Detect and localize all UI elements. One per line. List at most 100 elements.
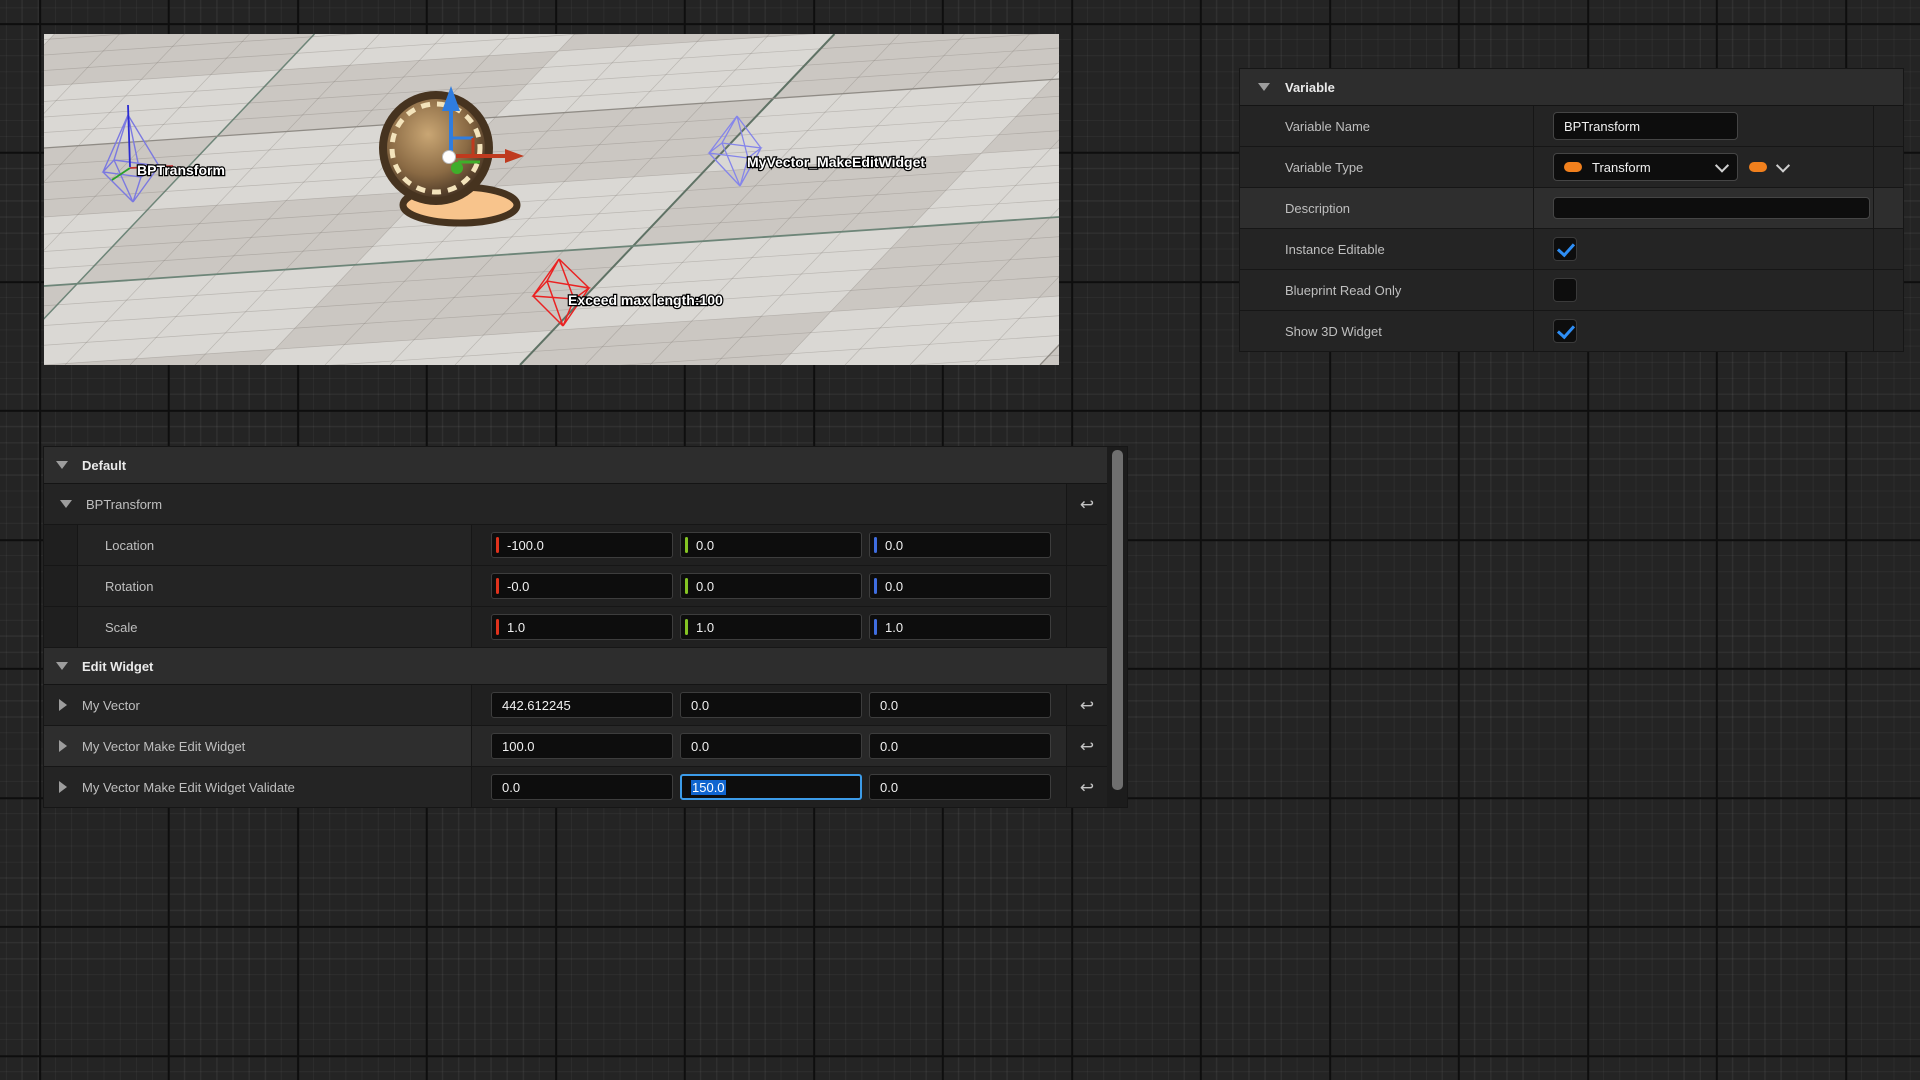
details-scrollbar-thumb[interactable] (1112, 450, 1123, 790)
x-axis-bar-icon (496, 537, 499, 553)
row-collapsed-icon[interactable] (59, 781, 67, 793)
reset-cell: ↩ (1066, 726, 1107, 766)
bptransform-struct-row: BPTransform ↩ (44, 484, 1107, 525)
scale-x-field[interactable]: 1.0 (491, 614, 673, 640)
reset-cell: ↩ (1066, 767, 1107, 807)
my-vector-y-field[interactable]: 0.0 (680, 692, 862, 718)
mvmewv-x-field[interactable]: 0.0 (491, 774, 673, 800)
location-row: Location -100.0 0.0 0.0 (44, 525, 1107, 566)
y-axis-bar-icon (685, 578, 688, 594)
reset-to-default-button[interactable]: ↩ (1080, 738, 1094, 755)
reset-cell (1066, 607, 1107, 647)
details-scrollbar-track[interactable] (1107, 447, 1127, 807)
my-vector-z-value: 0.0 (880, 698, 898, 713)
container-type-chevron-icon[interactable] (1776, 159, 1790, 173)
my-vector-label-cell[interactable]: My Vector (44, 685, 471, 725)
variable-details-panel: Variable Variable Name BPTransform Varia… (1240, 69, 1903, 351)
variable-name-input[interactable]: BPTransform (1553, 112, 1738, 140)
scale-y-value: 1.0 (696, 620, 714, 635)
scale-label: Scale (44, 607, 471, 647)
location-z-value: 0.0 (885, 538, 903, 553)
y-axis-bar-icon (685, 537, 688, 553)
show-3d-widget-checkbox[interactable] (1553, 319, 1577, 343)
sphere-mesh[interactable] (379, 91, 493, 205)
reset-cell (1066, 566, 1107, 606)
variable-name-label: Variable Name (1240, 106, 1533, 146)
x-axis-bar-icon (496, 578, 499, 594)
section-expanded-icon (56, 662, 68, 670)
mvmewv-z-value: 0.0 (880, 780, 898, 795)
bptransform-struct-label-cell[interactable]: BPTransform (44, 484, 1066, 524)
description-input[interactable] (1553, 197, 1870, 219)
container-type-pill-icon[interactable] (1749, 162, 1767, 172)
section-expanded-icon (1258, 83, 1270, 91)
defaults-details-panel: Default BPTransform ↩ Location -100.0 (44, 447, 1127, 807)
default-section-title: Default (82, 458, 126, 473)
gizmo-y-handle[interactable] (451, 162, 463, 174)
variable-section-header[interactable]: Variable (1240, 69, 1903, 106)
check-icon (1557, 321, 1575, 340)
mvmewv-label-cell[interactable]: My Vector Make Edit Widget Validate (44, 767, 471, 807)
mvmewv-label: My Vector Make Edit Widget Validate (82, 780, 295, 795)
z-axis-bar-icon (874, 578, 877, 594)
reset-to-default-button[interactable]: ↩ (1080, 496, 1094, 513)
my-vector-make-edit-widget-validate-row: My Vector Make Edit Widget Validate 0.0 … (44, 767, 1107, 807)
mvmewv-y-field-focused[interactable]: 150.0 (680, 774, 862, 800)
rotation-z-field[interactable]: 0.0 (869, 573, 1051, 599)
mvmewv-x-value: 0.0 (502, 780, 520, 795)
mvmewv-y-value-selected: 150.0 (691, 780, 726, 795)
my-vector-y-value: 0.0 (691, 698, 709, 713)
my-vector-x-field[interactable]: 442.612245 (491, 692, 673, 718)
rotation-x-field[interactable]: -0.0 (491, 573, 673, 599)
z-axis-bar-icon (874, 619, 877, 635)
mvmewv-z-field[interactable]: 0.0 (869, 774, 1051, 800)
blueprint-read-only-label: Blueprint Read Only (1240, 270, 1533, 310)
variable-section-title: Variable (1285, 80, 1335, 95)
location-y-value: 0.0 (696, 538, 714, 553)
instance-editable-label: Instance Editable (1240, 229, 1533, 269)
gizmo-origin-handle[interactable] (443, 151, 456, 164)
rotation-x-value: -0.0 (507, 579, 529, 594)
row-collapsed-icon[interactable] (59, 699, 67, 711)
x-axis-bar-icon (496, 619, 499, 635)
scale-z-field[interactable]: 1.0 (869, 614, 1051, 640)
row-collapsed-icon[interactable] (59, 740, 67, 752)
rotation-y-value: 0.0 (696, 579, 714, 594)
my-vector-z-field[interactable]: 0.0 (869, 692, 1051, 718)
mvmew-y-field[interactable]: 0.0 (680, 733, 862, 759)
z-axis-bar-icon (874, 537, 877, 553)
variable-type-row: Variable Type Transform (1240, 147, 1903, 188)
location-z-field[interactable]: 0.0 (869, 532, 1051, 558)
blueprint-read-only-checkbox[interactable] (1553, 278, 1577, 302)
instance-editable-row: Instance Editable (1240, 229, 1903, 270)
chevron-down-icon (1715, 159, 1729, 173)
instance-editable-checkbox[interactable] (1553, 237, 1577, 261)
scale-y-field[interactable]: 1.0 (680, 614, 862, 640)
mvmew-z-field[interactable]: 0.0 (869, 733, 1051, 759)
edit-widget-section-header[interactable]: Edit Widget (44, 648, 1107, 685)
location-label: Location (44, 525, 471, 565)
variable-type-dropdown[interactable]: Transform (1553, 153, 1738, 181)
variable-type-label: Variable Type (1240, 147, 1533, 187)
mvmew-z-value: 0.0 (880, 739, 898, 754)
rotation-row: Rotation -0.0 0.0 0.0 (44, 566, 1107, 607)
blueprint-read-only-row: Blueprint Read Only (1240, 270, 1903, 311)
bptransform-widget-label: BPTransform (137, 162, 225, 178)
rotation-z-value: 0.0 (885, 579, 903, 594)
my-vector-make-edit-widget-label-cell[interactable]: My Vector Make Edit Widget (44, 726, 471, 766)
rotation-y-field[interactable]: 0.0 (680, 573, 862, 599)
reset-to-default-button[interactable]: ↩ (1080, 779, 1094, 796)
default-section-header[interactable]: Default (44, 447, 1107, 484)
rotation-label: Rotation (44, 566, 471, 606)
description-row: Description (1240, 188, 1903, 229)
row-expanded-icon[interactable] (60, 500, 72, 508)
location-y-field[interactable]: 0.0 (680, 532, 862, 558)
show-3d-widget-label: Show 3D Widget (1240, 311, 1533, 351)
reset-to-default-button[interactable]: ↩ (1080, 697, 1094, 714)
location-x-value: -100.0 (507, 538, 544, 553)
location-x-field[interactable]: -100.0 (491, 532, 673, 558)
unreal-blueprint-editor: { "viewport": { "bptransform_label": "BP… (0, 0, 1920, 1080)
transform-type-pill-icon (1564, 162, 1582, 172)
mvmew-x-field[interactable]: 100.0 (491, 733, 673, 759)
scale-row: Scale 1.0 1.0 1.0 (44, 607, 1107, 648)
